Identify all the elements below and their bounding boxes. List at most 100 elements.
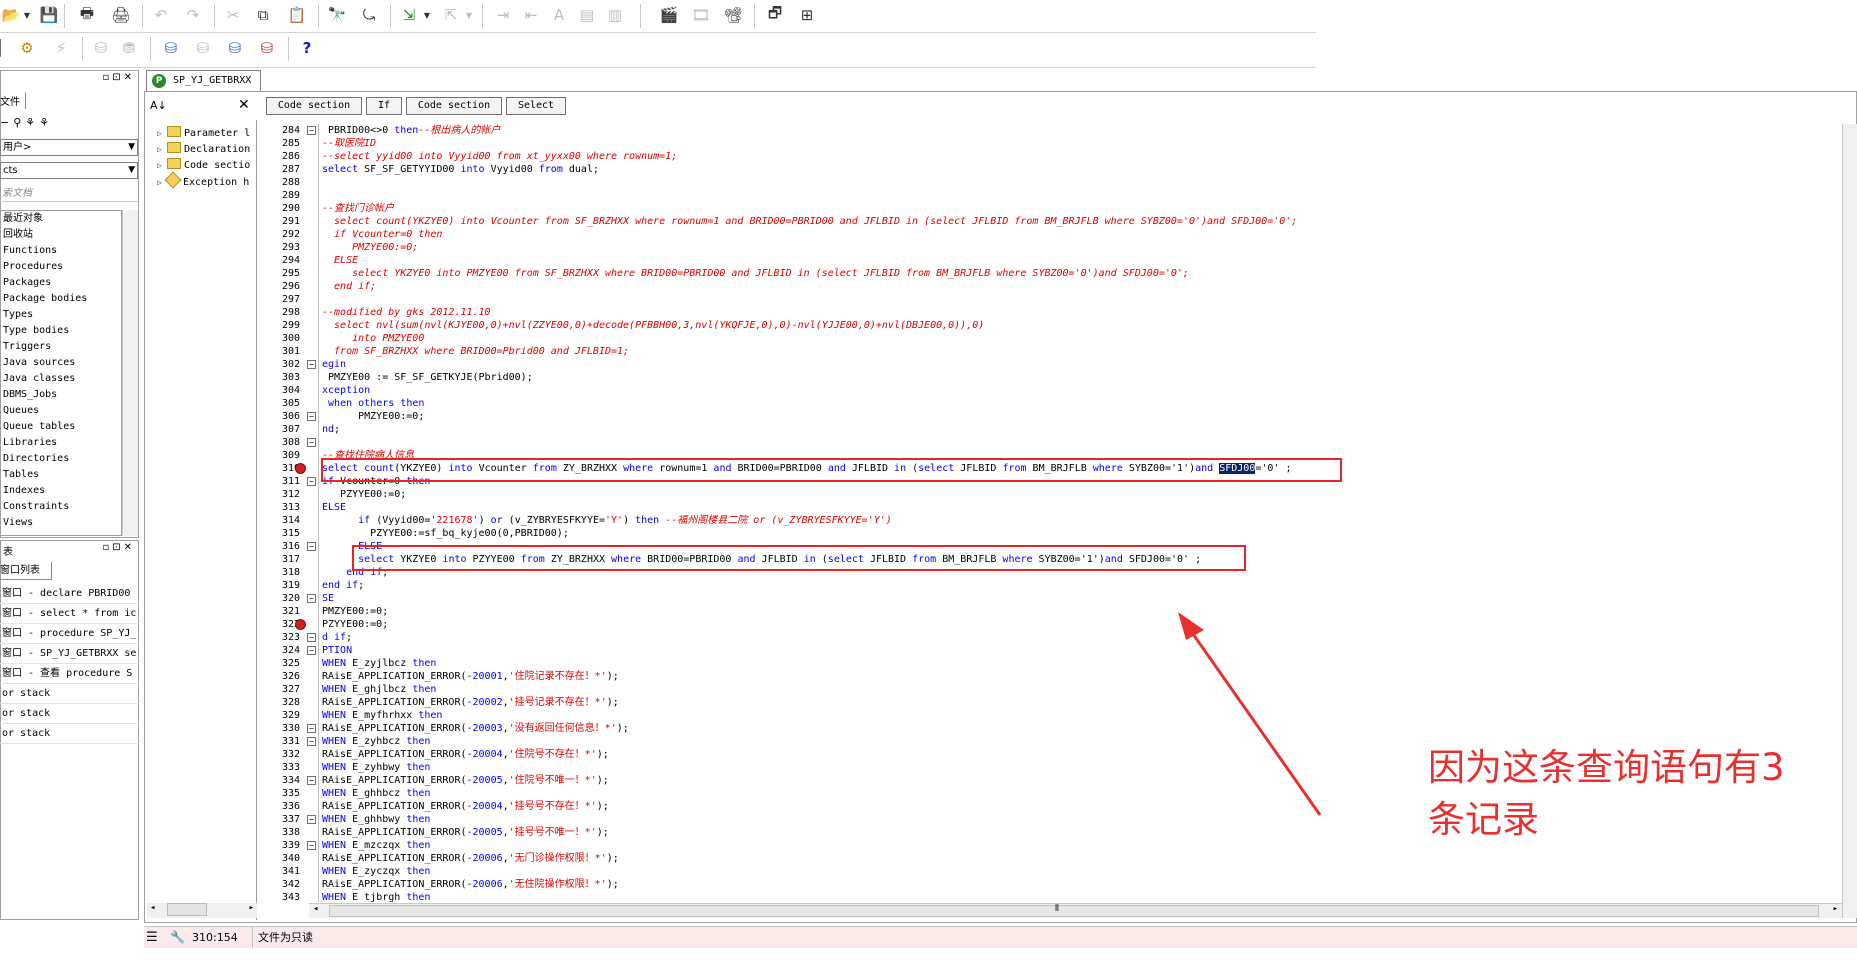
copy-icon[interactable]: ⧉ [252, 4, 274, 26]
cut-icon[interactable]: ✂ [222, 4, 244, 26]
fold-toggle-icon[interactable]: − [307, 646, 316, 655]
object-type-item[interactable]: Packages [1, 275, 121, 291]
debug-run-icon[interactable]: 🎬 [658, 4, 680, 26]
debug-stop-icon[interactable]: 📽 [722, 4, 744, 26]
fold-toggle-icon[interactable]: − [307, 841, 316, 850]
object-type-item[interactable]: Constraints [1, 499, 121, 515]
breadcrumb-if[interactable]: If [366, 97, 402, 115]
stack-list-item[interactable]: or stack [0, 684, 139, 704]
import-dropdown-icon[interactable]: ▼ [422, 4, 432, 26]
window-list-item[interactable]: 窗口 - SP_YJ_GETBRXX se [0, 644, 139, 664]
fold-toggle-icon[interactable]: − [307, 633, 316, 642]
object-type-item[interactable]: Tables [1, 467, 121, 483]
fold-toggle-icon[interactable]: − [307, 542, 316, 551]
object-type-item[interactable]: Libraries [1, 435, 121, 451]
type-combo[interactable]: cts ▼ [0, 162, 138, 179]
fold-toggle-icon[interactable]: − [307, 594, 316, 603]
print-icon[interactable]: 🖶 [76, 4, 98, 26]
windows-list-tab[interactable]: 窗口列表 [0, 562, 52, 580]
window-list-item[interactable]: 窗口 - select * from ic [0, 604, 139, 624]
comment-icon[interactable]: ▤ [576, 4, 598, 26]
fold-toggle-icon[interactable]: − [307, 724, 316, 733]
find-icon[interactable]: 🔭 [326, 4, 348, 26]
indent-icon[interactable]: ⇥ [492, 4, 514, 26]
save-icon[interactable]: 💾 [38, 4, 60, 26]
breadcrumb-select[interactable]: Select [506, 97, 566, 115]
stack-list-item[interactable]: or stack [0, 724, 139, 744]
uppercase-icon[interactable]: A [548, 4, 570, 26]
commit-icon[interactable]: ⛁ [90, 37, 112, 59]
sort-icon[interactable]: A↓ [150, 99, 167, 112]
open-icon[interactable]: 📂 [0, 4, 22, 26]
uncomment-icon[interactable]: ▥ [604, 4, 626, 26]
connect-icon[interactable]: ⛁ [160, 37, 182, 59]
tree-node-parameters[interactable]: ▷ Parameter l [157, 126, 250, 142]
object-type-item[interactable]: Java sources [1, 355, 121, 371]
fold-toggle-icon[interactable]: − [307, 776, 316, 785]
object-type-item[interactable]: Type bodies [1, 323, 121, 339]
editor-tab[interactable]: P SP_YJ_GETBRXX [146, 70, 261, 91]
windows-icon[interactable]: 🗗 [764, 4, 786, 26]
paste-icon[interactable]: 📋 [286, 4, 308, 26]
object-type-item[interactable]: Indexes [1, 483, 121, 499]
object-type-item[interactable]: Triggers [1, 339, 121, 355]
import-icon[interactable]: ⇲ [398, 4, 420, 26]
tree-hscroll[interactable]: ◂ ▸ [147, 903, 257, 918]
fold-toggle-icon[interactable]: − [307, 360, 316, 369]
panel-window-controls[interactable]: ▫⊡✕ [102, 72, 135, 83]
rollback-icon[interactable]: ⛃ [118, 37, 140, 59]
breakpoint-icon[interactable] [295, 463, 306, 474]
breakpoint-icon[interactable] [295, 619, 306, 630]
object-type-item[interactable]: DBMS_Jobs [1, 387, 121, 403]
disconnect-icon[interactable]: ⛁ [192, 37, 214, 59]
fold-toggle-icon[interactable]: − [307, 438, 316, 447]
fold-toggle-icon[interactable]: − [307, 126, 316, 135]
fold-toggle-icon[interactable]: − [307, 737, 316, 746]
db-log-icon[interactable]: ⛁ [256, 37, 278, 59]
object-type-item[interactable]: Views [1, 515, 121, 531]
fold-toggle-icon[interactable]: − [307, 477, 316, 486]
db-sessions-icon[interactable]: ⛁ [224, 37, 246, 59]
object-type-item[interactable]: Directories [1, 451, 121, 467]
window-list-item[interactable]: 窗口 - procedure SP_YJ_ [0, 624, 139, 644]
window-list-item[interactable]: 窗口 - 查看 procedure S [0, 664, 139, 684]
files-tab[interactable]: 文件 [0, 93, 26, 109]
tile-windows-icon[interactable]: ⊞ [796, 4, 818, 26]
object-type-item[interactable]: Queues [1, 403, 121, 419]
break-icon[interactable]: ⚡ [50, 37, 72, 59]
unindent-icon[interactable]: ⇤ [520, 4, 542, 26]
user-combo[interactable]: 用户> ▼ [0, 139, 138, 156]
search-docs-field[interactable]: 索文档 [0, 185, 138, 202]
replace-icon[interactable]: ⤿ [358, 4, 380, 26]
object-type-item[interactable]: Types [1, 307, 121, 323]
window-list-item[interactable]: 窗口 - declare PBRID00 [0, 584, 139, 604]
redo-icon[interactable]: ↷ [182, 4, 204, 26]
object-type-item[interactable]: 回收站 [1, 227, 121, 243]
print-preview-icon[interactable]: 🖨 [110, 4, 132, 26]
object-type-item[interactable]: Queue tables [1, 419, 121, 435]
debug-step-icon[interactable]: 🎞 [690, 4, 712, 26]
browser-tools-icon[interactable]: −⚲⚘⚘ [0, 116, 53, 129]
object-type-item[interactable]: Functions [1, 243, 121, 259]
editor-hscroll[interactable]: ◂ ⦀ ▸ [309, 903, 1842, 918]
windows-panel-controls[interactable]: ▫⊡✕ [102, 542, 135, 553]
fold-toggle-icon[interactable]: − [307, 412, 316, 421]
breadcrumb-code-section[interactable]: Code section [266, 97, 362, 115]
object-type-item[interactable]: Java classes [1, 371, 121, 387]
tree-node-declaration[interactable]: ▷ Declaration [157, 142, 250, 158]
breadcrumb-code-section-2[interactable]: Code section [406, 97, 502, 115]
close-tree-icon[interactable]: ✕ [238, 97, 250, 113]
execute-icon[interactable]: ⚙ [16, 37, 38, 59]
object-type-item[interactable]: Package bodies [1, 291, 121, 307]
undo-icon[interactable]: ↶ [150, 4, 172, 26]
open-dropdown-icon[interactable]: ▼ [22, 4, 32, 26]
export-dropdown-icon[interactable]: ▼ [464, 4, 474, 26]
object-type-item[interactable]: Procedures [1, 259, 121, 275]
stack-list-item[interactable]: or stack [0, 704, 139, 724]
object-type-item[interactable]: 最近对象 [1, 211, 121, 227]
tree-node-exception[interactable]: ▷ Exception h [157, 171, 249, 190]
fold-toggle-icon[interactable]: − [307, 815, 316, 824]
object-list-scrollbar[interactable] [122, 210, 138, 536]
help-icon[interactable]: ? [296, 37, 318, 59]
export-icon[interactable]: ⇱ [440, 4, 462, 26]
